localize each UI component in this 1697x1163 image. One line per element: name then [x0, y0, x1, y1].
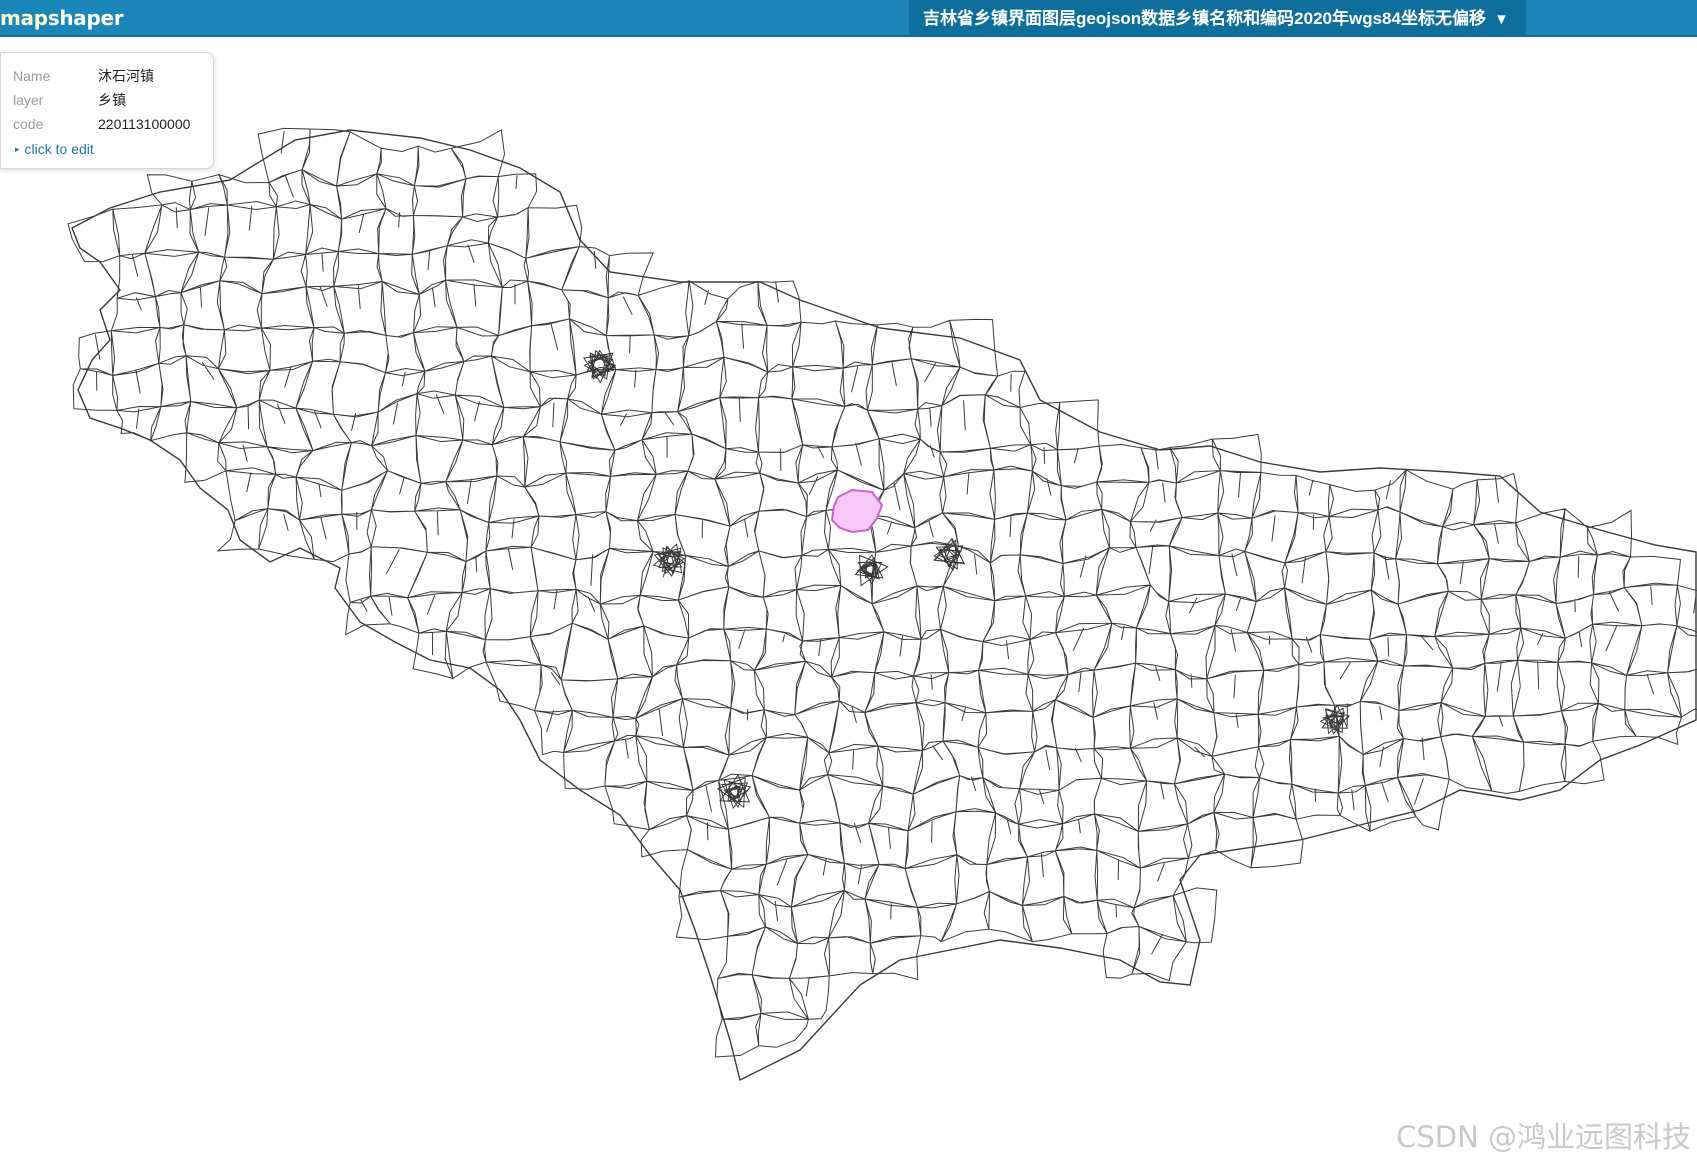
expand-arrow-icon: ▸	[15, 144, 20, 154]
attribute-key: Name	[13, 68, 51, 84]
watermark: CSDN @鸿业远图科技	[1396, 1120, 1691, 1154]
township-layer[interactable]	[67, 127, 1697, 1082]
attribute-row: code 220113100000	[13, 112, 190, 136]
attribute-key: code	[13, 116, 44, 132]
attribute-table: Name 沐石河镇 layer 乡镇 code 220113100000	[13, 64, 190, 136]
feature-info-popup: Name 沐石河镇 layer 乡镇 code 220113100000 ▸ cl…	[0, 52, 214, 169]
dropdown-arrow-icon: ▼	[1493, 11, 1509, 28]
map-canvas[interactable]	[0, 37, 1697, 1117]
attribute-value: 220113100000	[98, 116, 191, 132]
top-bar: mapshaper 吉林省乡镇界面图层geojson数据乡镇名称和编码2020年…	[0, 0, 1697, 37]
layer-name: 吉林省乡镇界面图层geojson数据乡镇名称和编码2020年wgs84坐标无偏移	[923, 9, 1486, 28]
attribute-row: layer 乡镇	[13, 88, 190, 112]
app-logo[interactable]: mapshaper	[0, 6, 124, 30]
attribute-row: Name 沐石河镇	[13, 64, 190, 88]
attribute-key: layer	[13, 92, 44, 108]
click-to-edit-link[interactable]: ▸ click to edit	[15, 141, 94, 157]
attribute-value: 沐石河镇	[98, 68, 154, 84]
layer-select-menu[interactable]: 吉林省乡镇界面图层geojson数据乡镇名称和编码2020年wgs84坐标无偏移…	[909, 0, 1526, 37]
township-boundary[interactable]	[67, 127, 1697, 1058]
attribute-value: 乡镇	[98, 92, 126, 108]
